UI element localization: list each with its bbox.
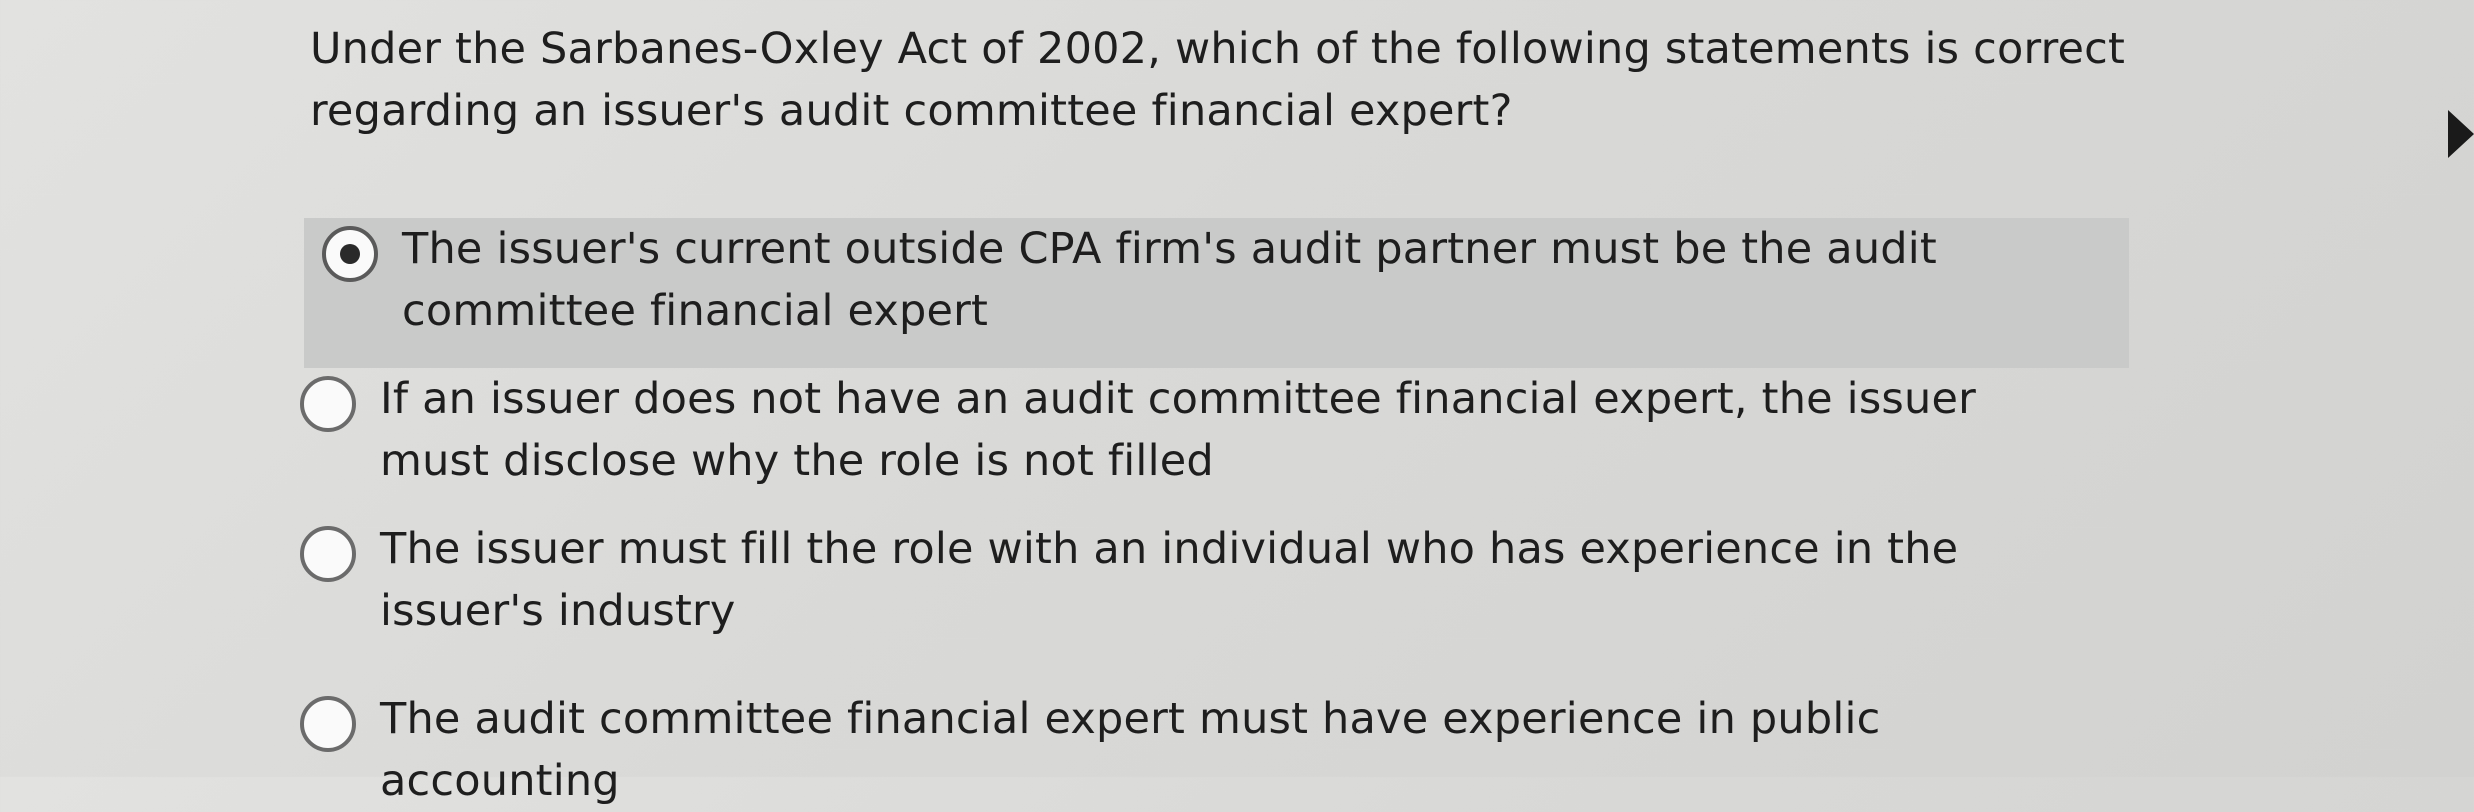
answer-option-2[interactable]: If an issuer does not have an audit comm… [300,368,2150,492]
answer-options: The issuer's current outside CPA firm's … [300,218,2150,812]
radio-dot-icon [340,244,360,264]
radio-unselected-icon[interactable] [300,376,356,432]
question-text: Under the Sarbanes-Oxley Act of 2002, wh… [310,24,2126,136]
answer-option-3[interactable]: The issuer must fill the role with an in… [300,518,2150,642]
radio-selected-icon[interactable] [322,226,378,282]
answer-option-1-label[interactable]: The issuer's current outside CPA firm's … [402,218,2102,342]
radio-unselected-icon[interactable] [300,526,356,582]
radio-unselected-icon[interactable] [300,696,356,752]
answer-option-2-label[interactable]: If an issuer does not have an audit comm… [380,368,2080,492]
answer-option-3-label[interactable]: The issuer must fill the role with an in… [380,518,2080,642]
answer-option-4-label[interactable]: The audit committee financial expert mus… [380,688,2080,812]
answer-option-1[interactable]: The issuer's current outside CPA firm's … [304,218,2129,368]
answer-option-4[interactable]: The audit committee financial expert mus… [300,688,2150,812]
mouse-cursor-icon [2448,110,2474,158]
